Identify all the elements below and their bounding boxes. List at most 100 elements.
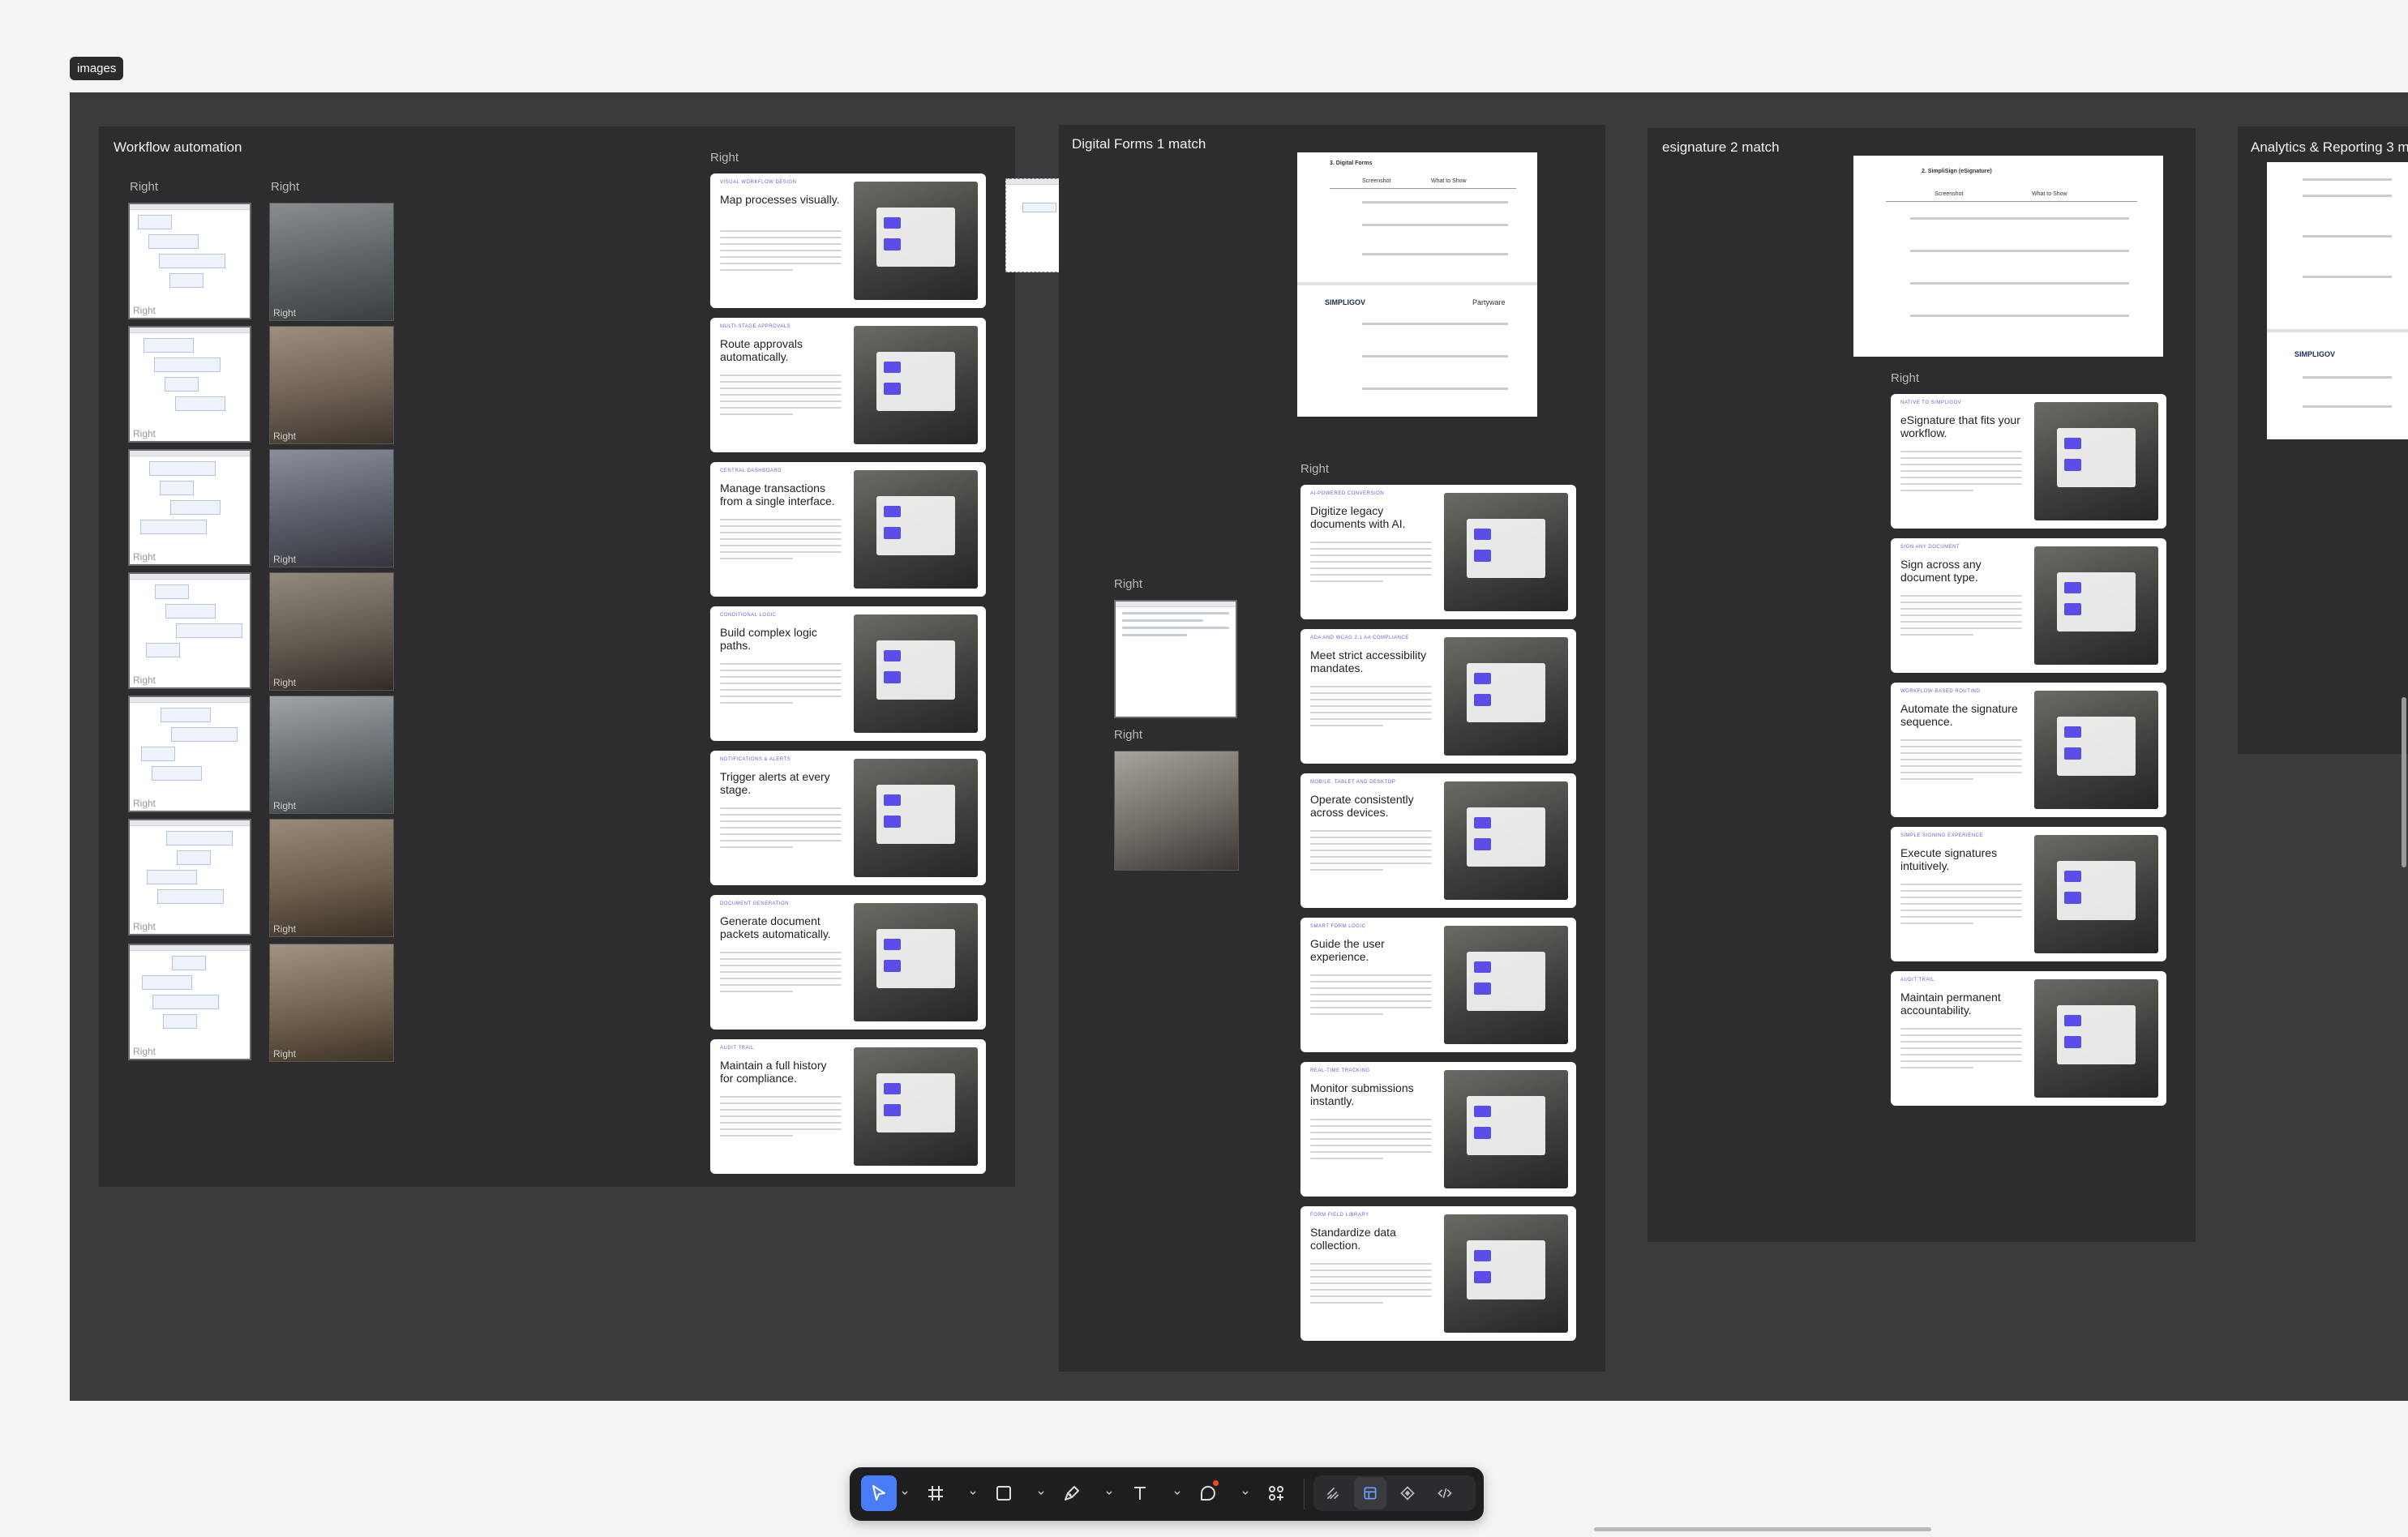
card-body-line: [1310, 830, 1432, 832]
feature-card[interactable]: Notifications & alerts Trigger alerts at …: [710, 751, 986, 885]
ui-accent: [2063, 459, 2082, 471]
chevron-down-icon[interactable]: [1174, 1490, 1180, 1496]
thumb-block: [165, 377, 199, 392]
feature-card[interactable]: Simple signing experience Execute signatu…: [1891, 827, 2166, 961]
components-button[interactable]: [1258, 1475, 1294, 1511]
design-mode-button[interactable]: [1354, 1477, 1386, 1509]
workflow-street-photo[interactable]: Right: [269, 572, 394, 691]
feature-card[interactable]: Audit trail Maintain permanent accountabi…: [1891, 971, 2166, 1106]
comment-tool-button[interactable]: [1190, 1475, 1226, 1511]
esignature-spec-document[interactable]: 2. SimpliSign (eSignature) Screenshot Wh…: [1853, 156, 2163, 357]
card-body-line: [1310, 994, 1432, 995]
frame-tool-button[interactable]: [918, 1475, 953, 1511]
workflow-street-photo[interactable]: Right: [269, 944, 394, 1062]
card-title: Trigger alerts at every stage.: [720, 770, 830, 796]
feature-card[interactable]: Conditional logic Build complex logic pat…: [710, 606, 986, 741]
move-tool-button[interactable]: [861, 1475, 897, 1511]
prototype-mode-button[interactable]: [1391, 1477, 1424, 1509]
feature-card[interactable]: Multi-stage approvals Route approvals aut…: [710, 318, 986, 452]
card-body-line: [1310, 843, 1432, 845]
forms-screenshot-thumbnail[interactable]: [1114, 600, 1237, 718]
feature-card[interactable]: Smart form logic Guide the user experienc…: [1300, 918, 1576, 1052]
workflow-screenshot-thumbnail[interactable]: Right: [128, 326, 251, 443]
thumb-block: [169, 273, 204, 288]
workflow-street-photo[interactable]: Right: [269, 449, 394, 567]
doc-brand-logo: SIMPLIGOV: [2294, 350, 2336, 358]
workflow-screenshot-thumbnail[interactable]: Right: [128, 203, 251, 319]
card-body-line: [1310, 1145, 1432, 1146]
workflow-street-photo[interactable]: Right: [269, 819, 394, 937]
feature-card[interactable]: Audit trail Maintain a full history for c…: [710, 1039, 986, 1174]
feature-card[interactable]: AI-powered conversion Digitize legacy doc…: [1300, 485, 1576, 619]
feature-card[interactable]: ADA and WCAG 2.1 AA compliance Meet stric…: [1300, 629, 1576, 764]
text-tool-button[interactable]: [1122, 1475, 1158, 1511]
chevron-down-icon[interactable]: [1106, 1490, 1112, 1496]
card-body-line: [720, 525, 842, 527]
card-body-line: [720, 1109, 842, 1111]
card-body-line: [1900, 765, 2022, 767]
vertical-scrollbar[interactable]: [2402, 697, 2406, 867]
ui-accent: [1473, 838, 1492, 850]
workflow-screenshot-thumbnail[interactable]: Right: [128, 944, 251, 1060]
card-image: [2034, 835, 2158, 953]
dev-mode-button[interactable]: [1429, 1477, 1461, 1509]
card-body-line: [1310, 1289, 1432, 1291]
digital-forms-spec-document[interactable]: 3. Digital Forms Screenshot What to Show…: [1297, 152, 1537, 417]
card-body-line: [720, 670, 842, 671]
card-body-line: [1900, 772, 2022, 773]
card-title: Build complex logic paths.: [720, 626, 817, 652]
shape-tool-button[interactable]: [986, 1475, 1022, 1511]
workflow-street-photo[interactable]: Right: [269, 326, 394, 444]
workflow-screenshot-thumbnail[interactable]: Right: [128, 696, 251, 812]
card-body-line: [720, 1122, 842, 1124]
card-body-line: [1900, 1028, 2022, 1030]
card-body-line: [720, 1115, 842, 1117]
forms-street-photo[interactable]: [1114, 751, 1239, 871]
horizontal-scrollbar[interactable]: [1594, 1527, 1931, 1531]
canvas-frame-tag[interactable]: images: [70, 57, 124, 80]
chevron-down-icon[interactable]: [1038, 1490, 1044, 1496]
thumb-block: [138, 215, 172, 229]
draw-mode-button[interactable]: [1317, 1477, 1349, 1509]
workflow-screenshot-thumbnail[interactable]: Right: [128, 449, 251, 566]
feature-card[interactable]: Sign any document Sign across any documen…: [1891, 538, 2166, 673]
card-body-line: [1900, 890, 2022, 892]
feature-card[interactable]: Form field library Standardize data colle…: [1300, 1206, 1576, 1341]
card-body-line: [1900, 483, 2022, 485]
thumb-header: [130, 451, 250, 456]
feature-card[interactable]: Native to SimpliGov eSignature that fits …: [1891, 394, 2166, 529]
feature-card[interactable]: Real-time tracking Monitor submissions in…: [1300, 1062, 1576, 1197]
card-body-line: [1900, 608, 2022, 610]
card-body-line: [1900, 627, 2022, 629]
card-body-line: [1310, 725, 1383, 726]
card-body-line: [720, 833, 842, 835]
feature-card[interactable]: Document generation Generate document pac…: [710, 895, 986, 1030]
card-body-line: [720, 689, 842, 691]
pen-tool-button[interactable]: [1054, 1475, 1090, 1511]
card-eyebrow: Conditional logic: [720, 613, 777, 618]
card-body-line: [1900, 910, 2022, 911]
card-body-line: [1310, 1158, 1383, 1159]
analytics-spec-document[interactable]: SIMPLIGOV: [2267, 162, 2408, 439]
workflow-screenshot-thumbnail[interactable]: Right: [128, 819, 251, 935]
feature-card[interactable]: Central dashboard Manage transactions fro…: [710, 462, 986, 597]
chevron-down-icon[interactable]: [902, 1490, 908, 1496]
chevron-down-icon[interactable]: [970, 1490, 976, 1496]
workflow-street-photo[interactable]: Right: [269, 696, 394, 814]
ui-accent: [883, 1082, 902, 1095]
workflow-street-photo[interactable]: Right: [269, 203, 394, 321]
card-body-line: [1900, 759, 2022, 760]
chevron-down-icon[interactable]: [1242, 1490, 1249, 1496]
card-body-line: [1310, 869, 1383, 871]
thumb-line: [1122, 634, 1187, 636]
thumb-overlay-label: Right: [133, 551, 156, 563]
feature-card[interactable]: Visual workflow design Map processes visu…: [710, 173, 986, 308]
frame-icon: [928, 1486, 943, 1501]
thumb-line: [1122, 619, 1203, 622]
feature-card[interactable]: Workflow-based routing Automate the signa…: [1891, 683, 2166, 817]
workflow-screenshot-thumbnail[interactable]: Right: [128, 572, 251, 689]
thumb-block: [140, 520, 207, 534]
thumb-block: [141, 747, 175, 761]
feature-card[interactable]: Mobile, tablet and desktop Operate consis…: [1300, 773, 1576, 908]
card-body-line: [1900, 621, 2022, 623]
